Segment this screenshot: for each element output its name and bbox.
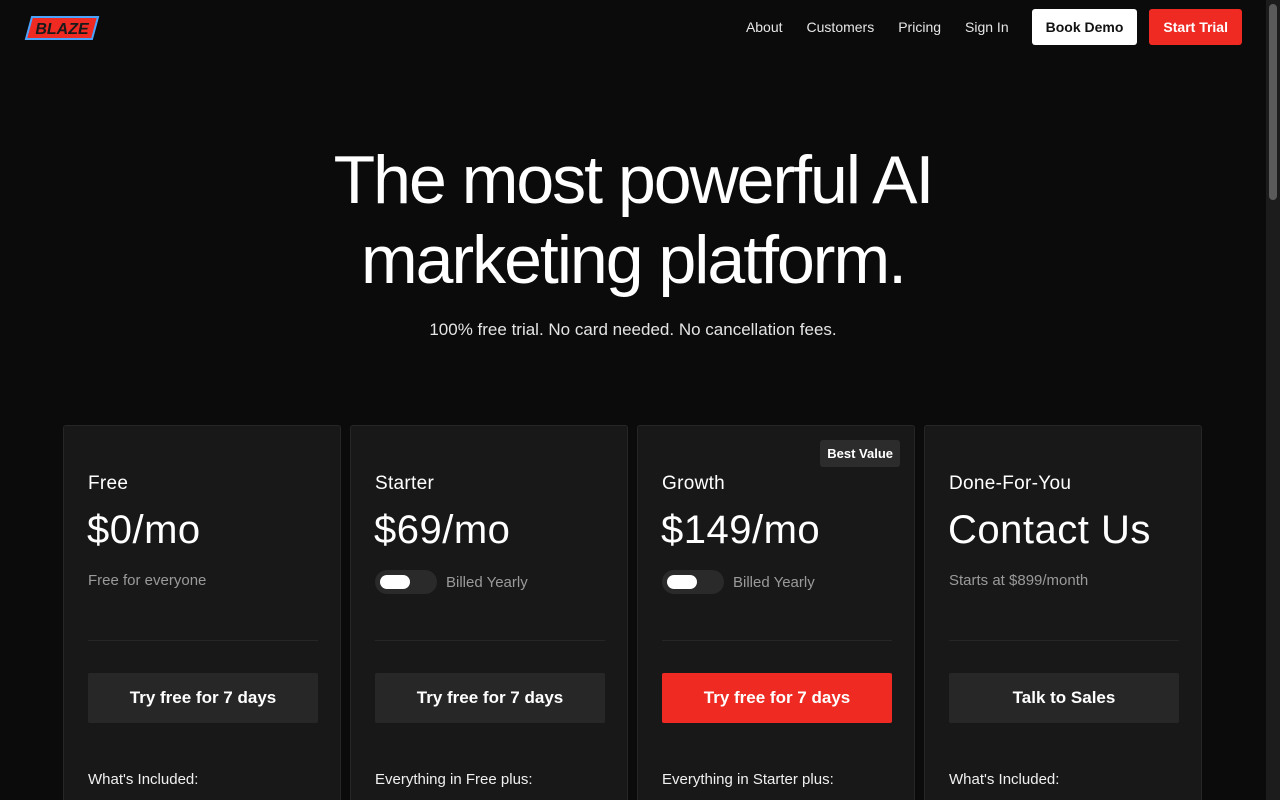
- plan-note: Starts at $899/month: [949, 572, 1089, 589]
- nav-links: About Customers Pricing Sign In Book Dem…: [746, 9, 1242, 45]
- toggle-knob: [380, 575, 410, 589]
- toggle-knob: [667, 575, 697, 589]
- hero-title-line-1: The most powerful AI: [333, 142, 935, 218]
- included-heading: Everything in Starter plus:: [662, 771, 834, 788]
- scrollbar-thumb[interactable]: [1269, 4, 1277, 200]
- billing-toggle-row: Billed Yearly: [375, 570, 528, 594]
- hero-title-line-2: marketing platform.: [361, 222, 907, 298]
- hero-subtitle: 100% free trial. No card needed. No canc…: [429, 320, 837, 339]
- billing-toggle-label: Billed Yearly: [446, 573, 528, 591]
- page-scrollbar[interactable]: [1266, 0, 1280, 800]
- billing-toggle-row: Billed Yearly: [662, 570, 815, 594]
- hero-title: The most powerful AI marketing platform.: [0, 140, 1266, 300]
- top-nav: BLAZE About Customers Pricing Sign In Bo…: [0, 0, 1266, 56]
- book-demo-button[interactable]: Book Demo: [1031, 9, 1138, 45]
- plan-name: Starter: [375, 473, 435, 494]
- plan-price: $149/mo: [661, 508, 821, 552]
- plan-name: Done-For-You: [949, 473, 1072, 494]
- best-value-badge: Best Value: [820, 440, 900, 467]
- plan-card-starter: Starter $69/mo Billed Yearly Try free fo…: [350, 425, 628, 800]
- plan-name: Growth: [662, 473, 726, 494]
- plan-note: Free for everyone: [88, 572, 207, 589]
- included-heading: What's Included:: [88, 771, 199, 788]
- divider: [88, 640, 318, 641]
- start-trial-button[interactable]: Start Trial: [1149, 9, 1242, 45]
- pricing-page: BLAZE About Customers Pricing Sign In Bo…: [0, 0, 1266, 800]
- try-free-button-free[interactable]: Try free for 7 days: [88, 673, 318, 723]
- plan-price: $0/mo: [87, 508, 201, 552]
- nav-pricing-link[interactable]: Pricing: [898, 19, 941, 35]
- plan-card-free: Free $0/mo Free for everyone Try free fo…: [63, 425, 341, 800]
- blaze-logo[interactable]: BLAZE: [24, 14, 100, 42]
- plan-card-growth: Best Value Growth $149/mo Billed Yearly …: [637, 425, 915, 800]
- divider: [949, 640, 1179, 641]
- nav-customers-link[interactable]: Customers: [807, 19, 875, 35]
- plan-price: Contact Us: [948, 508, 1151, 552]
- plan-name: Free: [88, 473, 129, 494]
- try-free-button-growth[interactable]: Try free for 7 days: [662, 673, 892, 723]
- nav-about-link[interactable]: About: [746, 19, 783, 35]
- divider: [375, 640, 605, 641]
- divider: [662, 640, 892, 641]
- plan-card-done-for-you: Done-For-You Contact Us Starts at $899/m…: [924, 425, 1202, 800]
- pricing-cards: Free $0/mo Free for everyone Try free fo…: [63, 425, 1202, 800]
- billing-toggle[interactable]: [662, 570, 724, 594]
- included-heading: Everything in Free plus:: [375, 771, 533, 788]
- try-free-button-starter[interactable]: Try free for 7 days: [375, 673, 605, 723]
- included-heading: What's Included:: [949, 771, 1060, 788]
- plan-price: $69/mo: [374, 508, 511, 552]
- talk-to-sales-button[interactable]: Talk to Sales: [949, 673, 1179, 723]
- billing-toggle-label: Billed Yearly: [733, 573, 815, 591]
- svg-text:BLAZE: BLAZE: [35, 21, 90, 38]
- billing-toggle[interactable]: [375, 570, 437, 594]
- nav-sign-in-link[interactable]: Sign In: [965, 19, 1009, 35]
